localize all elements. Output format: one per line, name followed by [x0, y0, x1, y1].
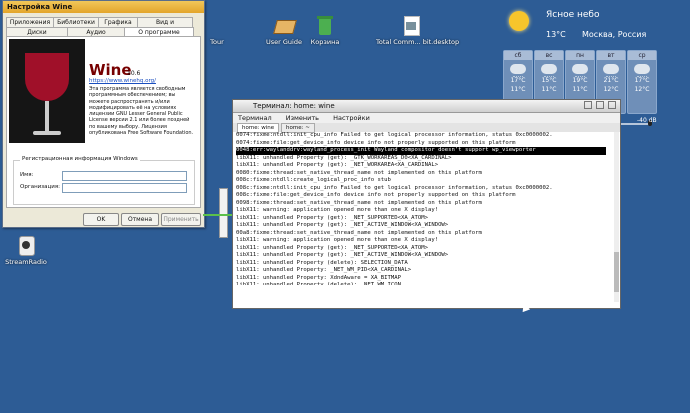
terminal-titlebar[interactable]: Терминал: home: wine [233, 100, 620, 113]
terminal-window: Терминал: home: wine Терминал Изменить Н… [232, 99, 621, 309]
terminal-line: libX11: unhandled Property (delete): SEL… [236, 259, 408, 266]
desktop-icon-total-commander[interactable]: Total Comm... bit.desktop [376, 14, 460, 46]
terminal-line: 008c:fixme:ntdll:create_logical_proc_inf… [236, 177, 391, 183]
scrollbar-thumb[interactable] [614, 252, 619, 292]
terminal-output[interactable]: 0074:fixme:ntdll:init_cpu_info Failed to… [236, 132, 606, 285]
wine-url-link[interactable]: https://www.winehq.org/ [89, 78, 156, 84]
app-name: Wine [89, 61, 132, 79]
wine-config-window: Настройка Wine Приложения Библиотеки Гра… [2, 0, 205, 228]
terminal-line: 0098:fixme:thread:set_native_thread_name… [236, 199, 482, 206]
terminal-title: Терминал: home: wine [253, 102, 335, 110]
forecast-hi: 17°C [510, 77, 526, 84]
name-field[interactable] [62, 171, 187, 181]
terminal-line: libX11: unhandled Property (get): _GTK_W… [236, 154, 452, 161]
weather-location: Москва, Россия [582, 30, 647, 39]
maximize-icon[interactable] [595, 101, 604, 109]
terminal-line: 0074:fixme:ntdll:init_cpu_info Failed to… [236, 132, 553, 138]
terminal-tabbar: home: wine home: ~ [233, 123, 620, 133]
tab-graphics[interactable]: Графика [98, 17, 138, 27]
minimize-icon[interactable] [583, 101, 592, 109]
tab-desktop-integration[interactable]: Вид и интеграция [137, 17, 193, 35]
wine-logo-icon [9, 39, 85, 143]
ok-button[interactable]: OK [83, 213, 119, 226]
cancel-button[interactable]: Отмена [121, 213, 159, 226]
terminal-line: libX11: unhandled Property (delete): _NE… [236, 282, 402, 285]
forecast-day-name: пн [566, 51, 594, 60]
forecast-lo: 11°C [572, 86, 588, 93]
close-icon[interactable] [608, 101, 616, 109]
forecast-hi: 21°C [603, 77, 619, 84]
window-title: Настройка Wine [7, 3, 73, 11]
terminal-line: 008c:fixme:file:get_device_info device i… [236, 192, 516, 198]
terminal-line: libX11: unhandled Property: XdndAware = … [236, 274, 402, 281]
trash-icon [314, 14, 336, 36]
forecast-hi: 15°C [541, 77, 557, 84]
terminal-menubar: Терминал Изменить Настройки [233, 113, 620, 123]
cloud-icon [634, 64, 650, 77]
forecast-lo: 12°C [603, 86, 619, 93]
menu-edit[interactable]: Изменить [286, 114, 319, 122]
forecast-lo: 11°C [541, 86, 557, 93]
terminal-line: libX11: unhandled Property (get): _NET_W… [236, 162, 439, 168]
terminal-line: 0080:fixme:thread:set_native_thread_name… [236, 169, 482, 176]
forecast-hi: 17°C [634, 77, 650, 84]
cloud-icon [603, 64, 619, 77]
window-controls [582, 101, 616, 113]
terminal-line: libX11: unhandled Property (get): _NET_A… [236, 252, 449, 258]
forecast-lo: 12°C [634, 86, 650, 93]
desktop-icon-label: Корзина [310, 38, 340, 46]
terminal-line: libX11: warning: application opened more… [236, 237, 439, 243]
terminal-line: libX11: unhandled Property: _NET_WM_PID<… [236, 267, 412, 273]
terminal-line: 0074:fixme:file:get_device_info device i… [236, 139, 516, 146]
apply-button[interactable]: Применить [161, 213, 201, 226]
window-titlebar[interactable]: Настройка Wine [3, 1, 204, 13]
organization-field[interactable] [62, 183, 187, 193]
forecast-hi: 19°C [572, 77, 588, 84]
forecast-day-name: ср [628, 51, 656, 60]
tab-applications[interactable]: Приложения [6, 17, 54, 27]
cloud-icon [510, 64, 526, 77]
registration-legend: Регистрационная информация Windows [20, 156, 140, 162]
cloud-icon [541, 64, 557, 77]
desktop-icon-label: Total Comm... bit.desktop [376, 38, 460, 46]
terminal-line: libX11: warning: application opened more… [236, 207, 439, 213]
terminal-line: libX11: unhandled Property (get): _NET_S… [236, 214, 428, 221]
desktop-icon-label: StreamRadio [5, 258, 47, 266]
cloud-icon [572, 64, 588, 77]
weather-condition: Ясное небо [546, 10, 600, 20]
connector-line [203, 214, 235, 216]
terminal-scrollbar[interactable] [614, 132, 619, 302]
name-label: Имя: [20, 172, 34, 178]
organization-label: Организация: [20, 184, 61, 190]
menu-terminal[interactable]: Терминал [238, 114, 272, 122]
forecast-lo: 11°C [510, 86, 526, 93]
sun-icon [509, 11, 529, 31]
terminal-line: 00a8:fixme:thread:set_native_thread_name… [236, 229, 482, 236]
window-edge-handle[interactable] [219, 188, 228, 238]
registration-group: Регистрационная информация Windows Имя: … [13, 156, 195, 205]
desktop-file-icon [400, 14, 422, 36]
forecast-day-name: вт [597, 51, 625, 60]
terminal-line: 008c:fixme:ntdll:init_cpu_info Failed to… [236, 184, 553, 191]
desktop-icon-trash[interactable]: Корзина [290, 14, 360, 46]
license-text: Эта программа является свободным програм… [89, 86, 194, 137]
speaker-icon [15, 234, 37, 256]
forecast-day: ср 17°C 12°C [627, 50, 657, 114]
terminal-line: libX11: unhandled Property (get): _NET_S… [236, 244, 428, 251]
weather-temp: 13°C [546, 30, 566, 39]
menu-settings[interactable]: Настройки [333, 114, 370, 122]
tab-libraries[interactable]: Библиотеки [53, 17, 99, 27]
forecast-day-name: вс [535, 51, 563, 60]
desktop-icon-streamradio[interactable]: StreamRadio [0, 234, 61, 266]
app-version: 10.6 [127, 70, 141, 77]
volume-level-label: -40 dB [637, 117, 657, 124]
tour-icon [206, 14, 228, 36]
about-panel: Wine 10.6 https://www.winehq.org/ Эта пр… [6, 36, 201, 208]
terminal-line: libX11: unhandled Property (get): _NET_A… [236, 222, 449, 228]
terminal-line: 0048:err:waylanddrv:wayland_process_init… [236, 147, 606, 155]
forecast-day-name: сб [504, 51, 532, 60]
